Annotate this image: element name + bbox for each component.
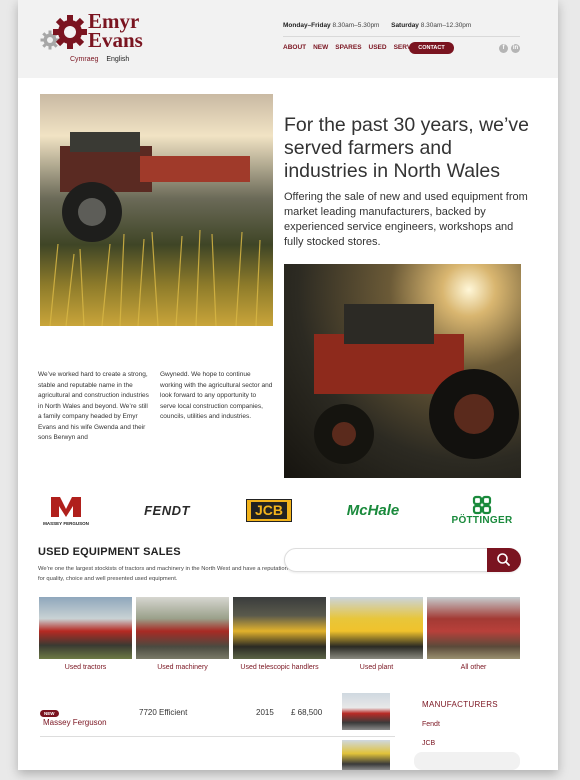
jcb-logo[interactable]: JCB xyxy=(240,490,298,530)
search-button[interactable] xyxy=(487,548,521,572)
category-label: Used machinery xyxy=(157,664,208,671)
massey-ferguson-logo[interactable]: MASSEY FERGUSON xyxy=(38,490,94,530)
contact-button[interactable]: CONTACT xyxy=(409,42,454,54)
search-bar xyxy=(284,548,521,572)
lang-english-link[interactable]: English xyxy=(106,56,129,63)
logo[interactable]: Emyr Evans xyxy=(40,11,170,54)
listing-divider xyxy=(40,736,395,737)
new-badge: NEW xyxy=(40,710,59,717)
mchale-logo[interactable]: McHale xyxy=(338,490,408,530)
listing-make-link[interactable]: Massey Ferguson xyxy=(43,718,107,727)
manufacturers-title: MANUFACTURERS xyxy=(422,700,498,709)
pottinger-text: PÖTTINGER xyxy=(451,514,513,526)
category-label: Used telescopic handlers xyxy=(240,664,319,671)
category-label: Used plant xyxy=(359,664,394,671)
listing-price: £ 68,500 xyxy=(291,708,323,717)
nav-about[interactable]: ABOUT xyxy=(283,44,306,51)
manufacturer-link-fendt[interactable]: Fendt xyxy=(422,721,440,728)
fendt-logo[interactable]: FENDT xyxy=(133,490,201,530)
category-image xyxy=(136,597,229,659)
lang-welsh-link[interactable]: Cymraeg xyxy=(70,56,98,63)
category-used-telescopic-handlers[interactable]: Used telescopic handlers xyxy=(233,597,326,671)
main-nav: ABOUT NEW SPARES USED SERVICE xyxy=(283,44,422,51)
hero-tractor-photo xyxy=(40,94,273,326)
page: Emyr Evans Cymraeg English Monday–Friday… xyxy=(18,0,558,770)
category-label: Used tractors xyxy=(64,664,107,671)
hours-saturday-label: Saturday xyxy=(391,22,419,29)
language-switcher: Cymraeg English xyxy=(70,56,129,63)
facebook-icon[interactable]: f xyxy=(499,44,508,53)
category-image xyxy=(427,597,520,659)
category-label: All other xyxy=(460,664,487,671)
header-divider xyxy=(283,36,520,37)
about-text-col-2: Gwynedd. We hope to continue working wit… xyxy=(160,371,273,420)
hours-weekday-label: Monday–Friday xyxy=(283,22,331,29)
category-used-tractors[interactable]: Used tractors xyxy=(39,597,132,671)
hero-subtitle: Offering the sale of new and used equipm… xyxy=(284,191,528,248)
category-all-other[interactable]: All other xyxy=(427,597,520,671)
used-equipment-description: We’re one the largest stockists of tract… xyxy=(38,566,288,582)
listing-thumbnail[interactable] xyxy=(342,740,390,770)
about-text-col-1: We’ve worked hard to create a strong, st… xyxy=(38,371,149,441)
hero-title: For the past 30 years, we’ve served farm… xyxy=(284,114,529,182)
category-image xyxy=(233,597,326,659)
used-equipment-title: USED EQUIPMENT SALES xyxy=(38,546,181,558)
category-used-machinery[interactable]: Used machinery xyxy=(136,597,229,671)
tractor-illustration xyxy=(314,304,519,464)
nav-new[interactable]: NEW xyxy=(313,44,328,51)
category-image xyxy=(39,597,132,659)
fendt-text: FENDT xyxy=(144,502,190,518)
listing-year: 2015 xyxy=(256,708,274,717)
logo-line-2: Evans xyxy=(88,28,143,52)
hours-weekday-value: 8.30am–5.30pm xyxy=(332,22,380,29)
logo-wordmark: Emyr Evans xyxy=(88,11,143,52)
tractor-illustration xyxy=(49,132,261,326)
jcb-badge: JCB xyxy=(245,498,292,522)
search-icon xyxy=(497,553,510,566)
brand-logos: MASSEY FERGUSON FENDT JCB McHale PÖTTING… xyxy=(18,490,558,530)
listing-model: 7720 Efficient xyxy=(139,708,188,717)
site-header: Emyr Evans Cymraeg English Monday–Friday… xyxy=(18,0,558,78)
search-input[interactable] xyxy=(295,549,485,571)
category-used-plant[interactable]: Used plant xyxy=(330,597,423,671)
night-tractor-photo xyxy=(284,264,521,478)
triangle-logo-icon xyxy=(51,496,81,517)
opening-hours: Monday–Friday 8.30am–5.30pm Saturday 8.3… xyxy=(283,22,471,29)
clover-logo-icon xyxy=(472,495,492,514)
linkedin-icon[interactable]: in xyxy=(511,44,520,53)
pottinger-logo[interactable]: PÖTTINGER xyxy=(442,490,522,530)
massey-ferguson-text: MASSEY FERGUSON xyxy=(43,520,89,526)
manufacturer-item-highlight[interactable] xyxy=(414,752,520,770)
gear-icon xyxy=(53,15,87,49)
listing-thumbnail[interactable] xyxy=(342,693,390,730)
manufacturer-link-jcb[interactable]: JCB xyxy=(422,740,435,747)
mchale-text: McHale xyxy=(346,501,400,519)
jcb-text: JCB xyxy=(250,501,287,519)
hours-saturday-value: 8.30am–12.30pm xyxy=(420,22,472,29)
nav-spares[interactable]: SPARES xyxy=(335,44,361,51)
nav-used[interactable]: USED xyxy=(369,44,387,51)
category-image xyxy=(330,597,423,659)
